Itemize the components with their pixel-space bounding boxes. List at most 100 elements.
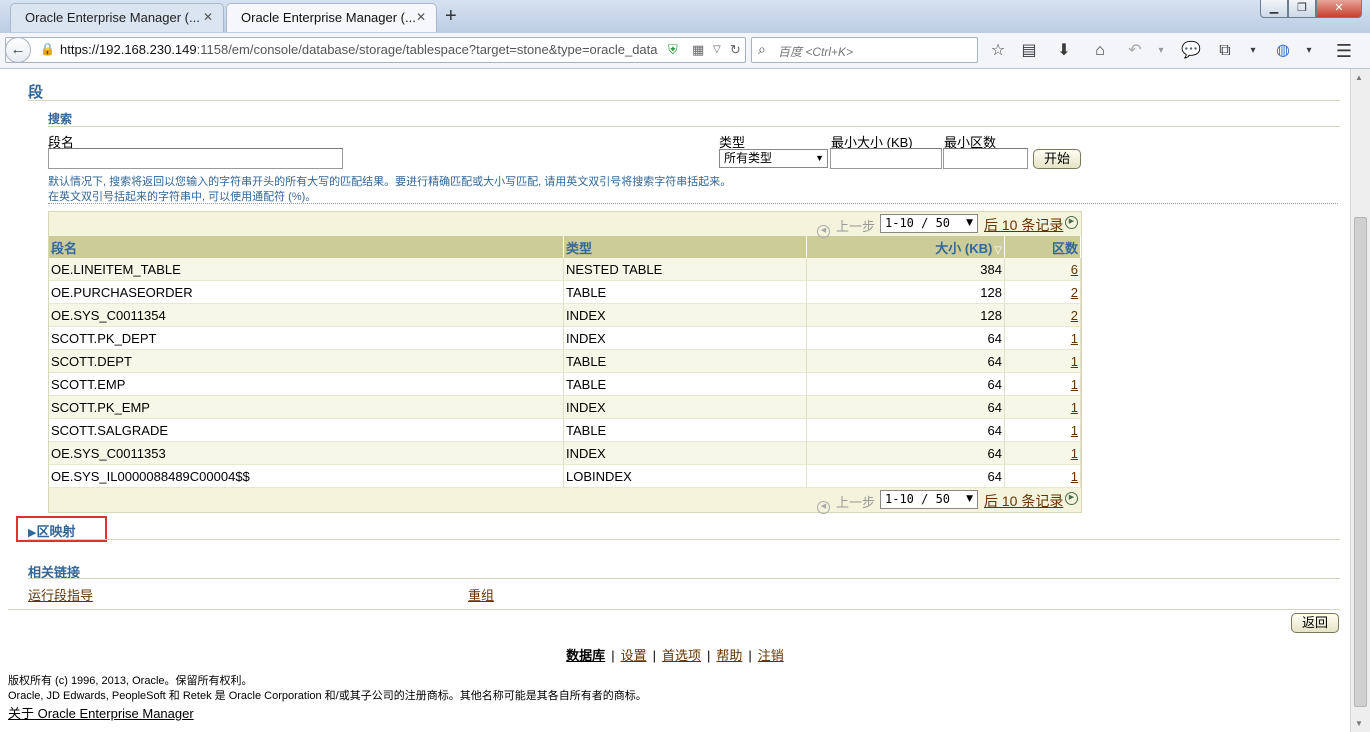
download-icon[interactable]: ⬇ <box>1053 40 1075 62</box>
extents-link[interactable]: 2 <box>1071 285 1078 300</box>
tab-title: Oracle Enterprise Manager (... <box>241 10 416 25</box>
reload-icon[interactable]: ↻ <box>730 42 741 58</box>
search-icon: ⌕ <box>758 41 766 57</box>
crop-icon[interactable]: ⧉ <box>1214 40 1236 62</box>
reading-list-icon[interactable]: ▤ <box>1018 40 1040 62</box>
footer-link-help[interactable]: 帮助 <box>716 648 742 663</box>
cell-size: 64 <box>806 441 1005 465</box>
cell-segment-name: OE.SYS_IL0000088489C00004$$ <box>49 464 564 488</box>
address-bar[interactable]: ← 🔒 https://192.168.230.149:1158/em/cons… <box>5 37 746 63</box>
extents-link[interactable]: 1 <box>1071 400 1078 415</box>
scrollbar-thumb[interactable] <box>1354 217 1367 707</box>
search-box[interactable]: ⌕ 百度 <Ctrl+K> <box>751 37 978 63</box>
extents-link[interactable]: 1 <box>1071 423 1078 438</box>
dropdown-icon[interactable]: ▽ <box>713 44 721 55</box>
chevron-down-icon: ▼ <box>966 218 973 228</box>
run-segment-advisor-link[interactable]: 运行段指导 <box>28 585 93 604</box>
page-range-select[interactable]: 1-10 / 50 ▼ <box>880 214 978 233</box>
column-header-extents[interactable]: 区数 <box>1004 236 1081 258</box>
page-content: 段 搜索 段名 类型 所有类型 ▼ 最小大小 (KB) 最小区数 开始 默认情况… <box>0 69 1350 732</box>
undo-icon[interactable]: ↶ <box>1124 40 1146 62</box>
extents-link[interactable]: 1 <box>1071 469 1078 484</box>
cell-segment-name: SCOTT.EMP <box>49 372 564 396</box>
cell-size: 384 <box>806 258 1005 281</box>
cell-size: 64 <box>806 372 1005 396</box>
next-circle-icon[interactable]: ▶ <box>1065 216 1078 229</box>
table-row: SCOTT.DEPT TABLE 64 1 <box>49 349 1081 373</box>
divider <box>28 578 1340 579</box>
lock-icon[interactable]: 🔒 <box>40 42 55 56</box>
new-tab-button[interactable]: + <box>445 3 457 30</box>
back-arrow-icon[interactable]: ← <box>5 37 31 63</box>
globe-dropdown-icon[interactable]: ▾ <box>1298 40 1320 62</box>
home-icon[interactable]: ⌂ <box>1089 40 1111 62</box>
cell-extents: 1 <box>1004 418 1081 442</box>
window-controls: ▁ ❐ ✕ <box>1260 0 1362 20</box>
cell-type: TABLE <box>563 418 807 442</box>
table-row: SCOTT.PK_EMP INDEX 64 1 <box>49 395 1081 419</box>
previous-circle-icon: ◀ <box>817 501 830 514</box>
next-circle-icon[interactable]: ▶ <box>1065 492 1078 505</box>
previous-link: ◀ 上一步 <box>817 492 875 514</box>
next-records-link[interactable]: 后 10 条记录 <box>984 491 1063 511</box>
extents-link[interactable]: 2 <box>1071 308 1078 323</box>
page-range-select[interactable]: 1-10 / 50 ▼ <box>880 490 978 509</box>
browser-tab-2[interactable]: Oracle Enterprise Manager (... ✕ <box>226 3 437 32</box>
footer-link-database[interactable]: 数据库 <box>566 648 605 663</box>
cell-segment-name: OE.LINEITEM_TABLE <box>49 258 564 281</box>
page-title: 段 <box>28 84 44 101</box>
globe-icon[interactable]: ◍ <box>1272 40 1294 62</box>
cell-size: 64 <box>806 349 1005 373</box>
type-select[interactable]: 所有类型 ▼ <box>719 149 828 168</box>
divider <box>28 100 1340 101</box>
reorganize-link[interactable]: 重组 <box>468 585 494 604</box>
crop-dropdown-icon[interactable]: ▾ <box>1242 40 1264 62</box>
extents-link[interactable]: 6 <box>1071 262 1078 277</box>
cell-extents: 6 <box>1004 258 1081 281</box>
column-header-size[interactable]: 大小 (KB) ▽ <box>806 236 1005 258</box>
cell-segment-name: SCOTT.SALGRADE <box>49 418 564 442</box>
column-header-segment-name[interactable]: 段名 <box>49 236 564 258</box>
return-button[interactable]: 返回 <box>1291 613 1339 633</box>
scroll-up-icon[interactable]: ▲ <box>1355 73 1363 82</box>
vertical-scrollbar[interactable]: ▲ ▼ <box>1350 69 1370 732</box>
min-extents-input[interactable] <box>943 148 1028 169</box>
segments-table-container: ◀ 上一步 1-10 / 50 ▼ 后 10 条记录 ▶ 段名 类型 大小 (KB)… <box>48 211 1082 514</box>
extents-link[interactable]: 1 <box>1071 354 1078 369</box>
close-window-icon[interactable]: ✕ <box>1316 0 1362 18</box>
column-header-type[interactable]: 类型 <box>563 236 807 258</box>
menu-icon[interactable]: ☰ <box>1333 40 1355 62</box>
footer-link-logout[interactable]: 注销 <box>758 648 784 663</box>
qr-code-icon[interactable]: ▦ <box>692 42 704 58</box>
browser-tab-1[interactable]: Oracle Enterprise Manager (... ✕ <box>10 3 224 32</box>
footer-link-setup[interactable]: 设置 <box>621 648 647 663</box>
undo-dropdown-icon[interactable]: ▾ <box>1150 40 1172 62</box>
about-em-link[interactable]: 关于 Oracle Enterprise Manager <box>8 703 194 722</box>
search-hint-line1: 默认情况下, 搜索将返回以您输入的字符串开头的所有大写的匹配结果。要进行精确匹配… <box>48 176 732 188</box>
min-size-input[interactable] <box>830 148 942 169</box>
next-records-link[interactable]: 后 10 条记录 <box>984 215 1063 235</box>
bookmark-star-icon[interactable]: ☆ <box>987 40 1009 62</box>
maximize-icon[interactable]: ❐ <box>1288 0 1316 18</box>
shield-icon[interactable]: ⛨ <box>668 42 678 58</box>
scroll-down-icon[interactable]: ▼ <box>1355 719 1363 728</box>
table-row: SCOTT.PK_DEPT INDEX 64 1 <box>49 326 1081 350</box>
segment-name-input[interactable] <box>48 148 343 169</box>
cell-extents: 1 <box>1004 464 1081 488</box>
go-button[interactable]: 开始 <box>1033 149 1081 169</box>
extents-link[interactable]: 1 <box>1071 377 1078 392</box>
minimize-icon[interactable]: ▁ <box>1260 0 1288 18</box>
table-row: OE.LINEITEM_TABLE NESTED TABLE 384 6 <box>49 258 1081 281</box>
chat-icon[interactable]: 💬 <box>1180 40 1202 62</box>
close-tab-icon[interactable]: ✕ <box>203 4 213 31</box>
footer-link-preferences[interactable]: 首选项 <box>662 648 701 663</box>
cell-segment-name: OE.PURCHASEORDER <box>49 280 564 304</box>
extents-link[interactable]: 1 <box>1071 446 1078 461</box>
cell-type: TABLE <box>563 280 807 304</box>
cell-type: NESTED TABLE <box>563 258 807 281</box>
url-text[interactable]: https://192.168.230.149:1158/em/console/… <box>60 42 660 57</box>
chevron-down-icon: ▼ <box>966 494 973 504</box>
close-tab-icon[interactable]: ✕ <box>416 4 426 31</box>
extent-map-toggle[interactable]: ▶区映射 <box>28 521 75 540</box>
extents-link[interactable]: 1 <box>1071 331 1078 346</box>
